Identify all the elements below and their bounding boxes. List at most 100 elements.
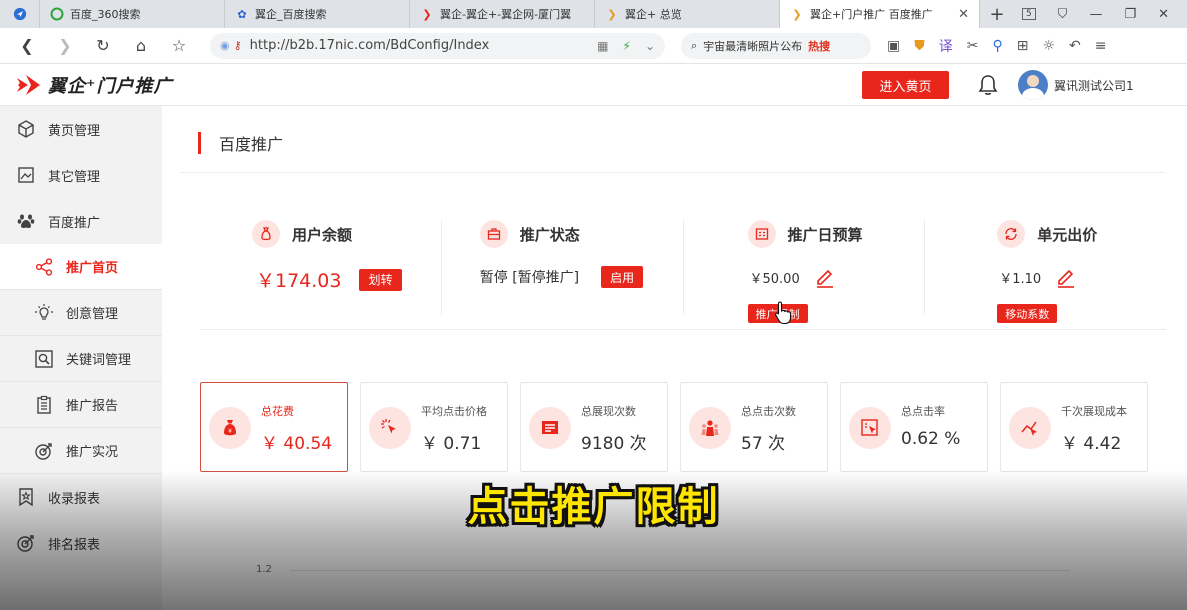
reader-icon[interactable]: ▣ [887, 38, 900, 54]
home-button[interactable]: ⌂ [124, 32, 158, 60]
address-bar[interactable]: ◉ ⚷ http://b2b.17nic.com/BdConfig/Index … [210, 32, 665, 59]
reload-button[interactable]: ↻ [86, 32, 120, 60]
sidebar-item-label: 其它管理 [48, 169, 101, 185]
metric-value: 57 次 [741, 434, 786, 454]
chevron-down-icon[interactable]: ⌄ [645, 39, 655, 53]
sidebar-item-label: 推广首页 [66, 261, 119, 276]
sidebar-item-baidu[interactable]: 百度推广 [0, 198, 162, 244]
search-suggestion: 宇宙最清晰照片公布 [703, 39, 803, 53]
magnifier-icon[interactable]: ⚲ [992, 38, 1002, 54]
enable-button[interactable]: 启用 [601, 266, 644, 288]
target-icon [16, 533, 36, 553]
stat-label: 用户余额 [292, 225, 353, 244]
stat-head: 用户余额 [252, 220, 352, 248]
app-logo[interactable]: 翼企⁺门户推广 [14, 70, 173, 100]
metric-card-clicks[interactable]: 总点击次数 57 次 [680, 382, 828, 472]
search-icon: ⌕ [691, 38, 698, 52]
trend-cursor-icon [1009, 407, 1051, 449]
site-info[interactable]: ◉ ⚷ [220, 39, 242, 52]
baidu-paw-icon: ✿ [237, 7, 247, 21]
cube-icon [16, 119, 36, 139]
tab-label: 翼企+门户推广 百度推广 [810, 8, 933, 21]
stat-body: ￥1.10 [999, 266, 1077, 288]
sidebar-item-label: 百度推广 [48, 215, 101, 231]
browser-tab-360-search[interactable]: 百度_360搜索 [40, 0, 225, 28]
stat-body: ￥174.03 划转 [256, 266, 402, 293]
metric-label: 总花费 [261, 405, 294, 418]
sidebar-item-label: 黄页管理 [48, 123, 101, 139]
url-protocol: http:// [249, 38, 290, 53]
browser-tab-baidu[interactable]: ✿ 翼企_百度搜索 [225, 0, 410, 28]
undo-icon[interactable]: ↶ [1069, 38, 1081, 54]
share-nodes-icon [34, 257, 54, 277]
sidebar-item-yellowpages[interactable]: 黄页管理 [0, 106, 162, 152]
metric-label: 总点击率 [901, 405, 945, 418]
target-icon [34, 441, 54, 461]
metric-card-ctr[interactable]: 总点击率 0.62 % [840, 382, 988, 472]
brightness-icon[interactable]: ☼ [1042, 38, 1055, 54]
minimize-icon[interactable]: — [1089, 7, 1102, 22]
bell-icon[interactable] [978, 74, 998, 96]
chevron-left-icon: ❮ [20, 36, 34, 55]
bookmark-button[interactable]: ☆ [162, 32, 196, 60]
stat-label: 单元出价 [1037, 225, 1098, 244]
security-dot-icon: ◉ [220, 39, 230, 52]
sidebar-item-report[interactable]: 推广报告 [0, 382, 162, 428]
lightning-icon[interactable]: ⚡ [623, 39, 631, 53]
search-bar[interactable]: ⌕ 宇宙最清晰照片公布 热搜 [681, 32, 871, 59]
restore-icon[interactable]: ❐ [1124, 7, 1136, 22]
edit-pencil-icon[interactable] [814, 266, 836, 288]
stat-head: 推广日预算 [747, 220, 863, 248]
yiqi-logo-icon: ❯ [422, 7, 432, 21]
search-360-icon [50, 7, 64, 21]
metric-card-cpm[interactable]: 千次展现成本 ￥ 4.42 [1000, 382, 1148, 472]
shield-icon[interactable]: ⛊ [914, 38, 925, 54]
browser-tab-home[interactable] [0, 0, 40, 28]
mobile-factor-button[interactable]: 移动系数 [997, 304, 1058, 323]
browser-tab-yiqi-overview[interactable]: ❯ 翼企+ 总览 [595, 0, 780, 28]
apps-grid-icon[interactable]: ⊞ [1017, 38, 1029, 54]
transfer-button[interactable]: 划转 [359, 268, 402, 291]
new-tab-button[interactable]: + [980, 0, 1014, 28]
sidebar-item-label: 关键词管理 [66, 353, 132, 368]
user-menu[interactable]: 翼讯测试公司1 [1018, 70, 1134, 100]
forward-button[interactable]: ❯ [48, 32, 82, 60]
metric-value: 9180 次 [581, 434, 647, 454]
sidebar-item-creative[interactable]: 创意管理 [0, 290, 162, 336]
sidebar-item-label: 推广报告 [66, 399, 119, 414]
window-controls: 5 ⛉ — ❐ ✕ [1021, 0, 1187, 28]
scissors-icon[interactable]: ✂ [967, 38, 979, 54]
bid-value: ￥1.10 [999, 271, 1042, 287]
window-close-icon[interactable]: ✕ [1158, 7, 1169, 22]
calendar-icon [747, 220, 776, 248]
sidebar-item-live[interactable]: 推广实况 [0, 428, 162, 474]
status-value: 暂停 [暂停推广] [479, 270, 580, 286]
metric-card-impressions[interactable]: 总展现次数 9180 次 [520, 382, 668, 472]
sidebar-item-keywords[interactable]: 关键词管理 [0, 336, 162, 382]
sidebar-item-other[interactable]: 其它管理 [0, 152, 162, 198]
translate-icon[interactable]: 译 [939, 36, 953, 56]
people-icon [689, 407, 731, 449]
browser-tab-active[interactable]: ❯ 翼企+门户推广 百度推广 ✕ [780, 0, 980, 28]
shirt-icon[interactable]: ⛉ [1058, 7, 1068, 22]
edit-pencil-icon[interactable] [1055, 266, 1077, 288]
svg-text:¥: ¥ [228, 428, 232, 435]
metric-card-avg-click-price[interactable]: 平均点击价格 ￥ 0.71 [360, 382, 508, 472]
back-button[interactable]: ❮ [10, 32, 44, 60]
tab-count-badge[interactable]: 5 [1021, 8, 1036, 20]
yiqi-logo-icon [17, 74, 40, 95]
metric-label: 总点击次数 [741, 405, 796, 418]
qr-code-icon[interactable]: ▦ [597, 39, 608, 53]
star-icon: ☆ [171, 36, 187, 55]
hot-search-badge: 热搜 [808, 39, 831, 53]
tab-label: 翼企+ 总览 [625, 8, 682, 21]
refresh-coin-icon [997, 220, 1026, 248]
enter-yellowpages-button[interactable]: 进入黄页 [862, 71, 949, 99]
sidebar-item-promo-home[interactable]: 推广首页 [0, 244, 162, 290]
metric-card-total-cost[interactable]: ¥ 总花费 ￥ 40.54 [200, 382, 348, 472]
home-icon: ⌂ [135, 36, 147, 55]
close-icon[interactable]: ✕ [958, 7, 969, 22]
browser-tab-yiqi-net[interactable]: ❯ 翼企-翼企+-翼企网-厦门翼 [410, 0, 595, 28]
menu-icon[interactable]: ≡ [1095, 38, 1107, 54]
sidebar: 黄页管理 其它管理 百度推广 推广首页 创意管理 关键词管理 推广报告 推广实况… [0, 106, 162, 610]
